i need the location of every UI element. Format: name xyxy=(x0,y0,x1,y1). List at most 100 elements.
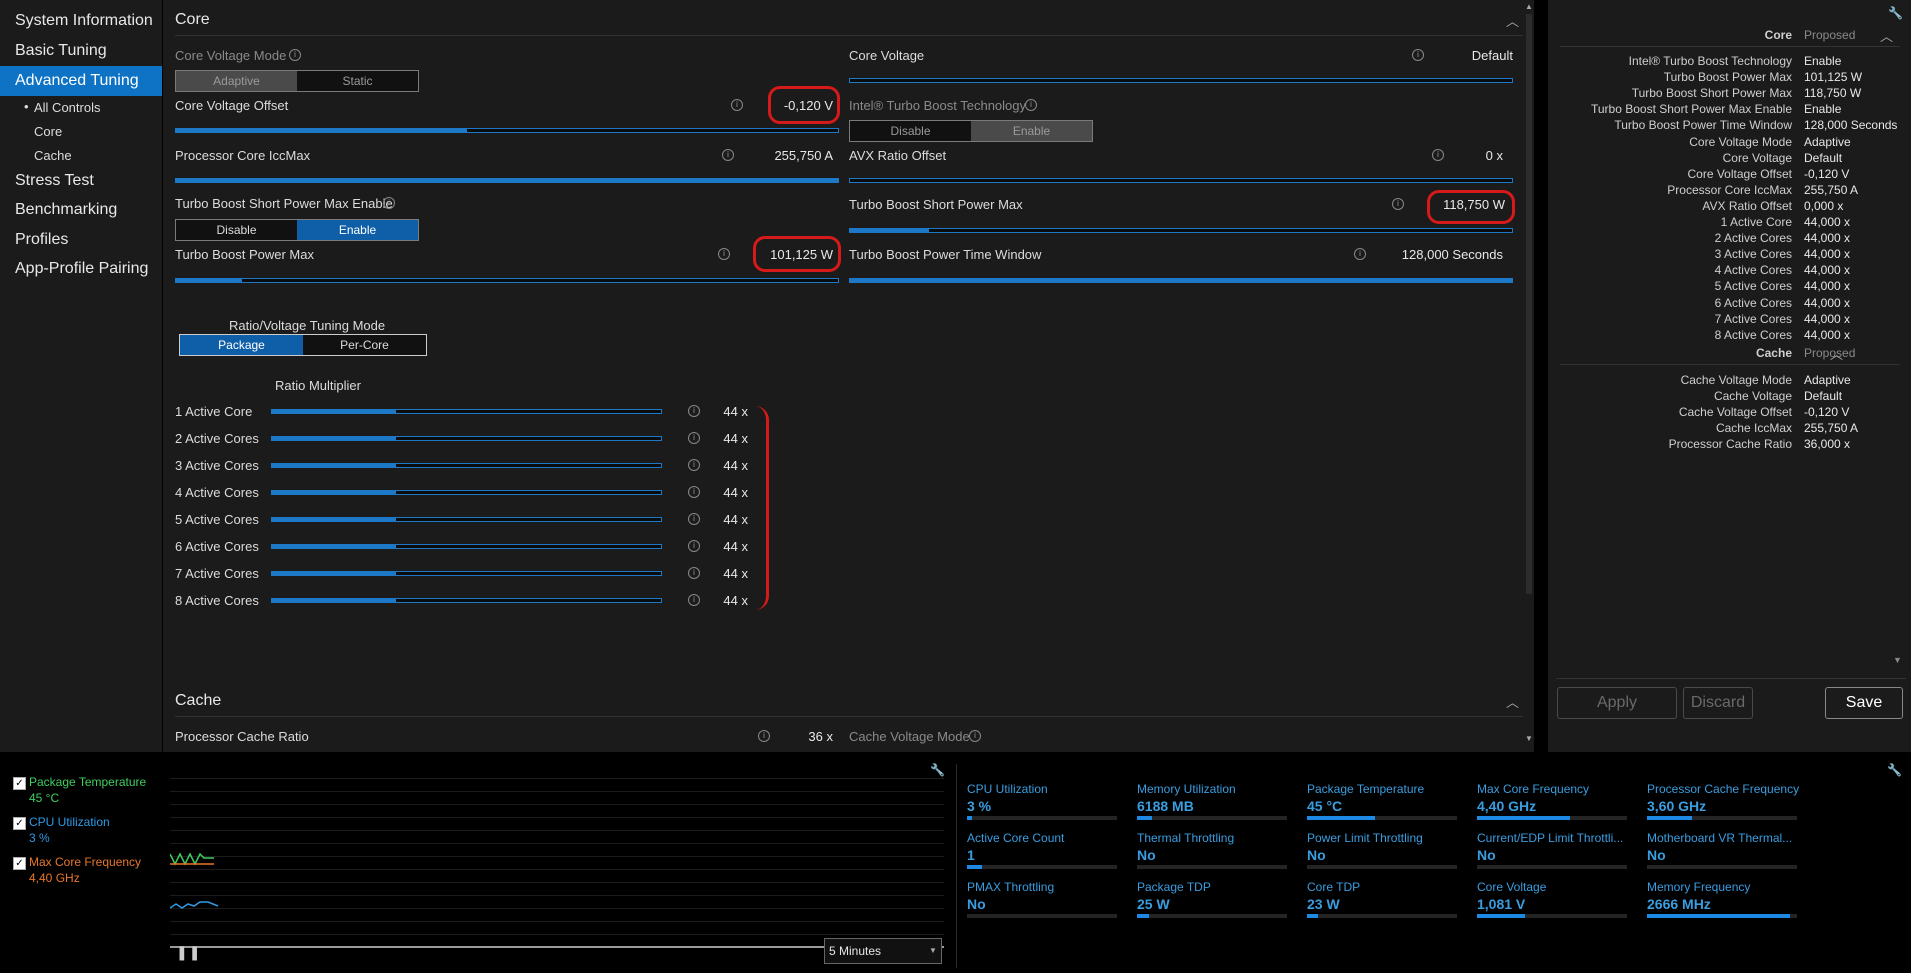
scroll-down-icon[interactable]: ▼ xyxy=(1525,734,1533,743)
ratio-value[interactable]: 44 x xyxy=(703,512,748,527)
sub-cache[interactable]: Cache xyxy=(34,148,72,163)
ratio-slider[interactable] xyxy=(271,598,662,603)
info-icon[interactable]: i xyxy=(1412,49,1424,61)
info-icon[interactable]: i xyxy=(1025,99,1037,111)
ratio-slider[interactable] xyxy=(271,463,662,468)
info-icon[interactable]: i xyxy=(688,513,700,525)
nav-benchmarking[interactable]: Benchmarking xyxy=(0,195,162,225)
wrench-icon[interactable]: 🔧 xyxy=(930,763,945,777)
info-icon[interactable]: i xyxy=(969,730,981,742)
chevron-down-icon[interactable]: ▼ xyxy=(1893,655,1902,665)
core-voltage-offset-slider[interactable] xyxy=(175,128,839,133)
scroll-up-icon[interactable]: ▲ xyxy=(1525,2,1533,11)
metric-label: Current/EDP Limit Throttli... xyxy=(1477,831,1624,845)
ratio-slider[interactable] xyxy=(271,409,662,414)
cache-ratio-value[interactable]: 36 x xyxy=(783,729,833,744)
legend-cpu-utilization-name: CPU Utilization xyxy=(29,815,110,829)
ratio-slider[interactable] xyxy=(271,490,662,495)
nav-profiles[interactable]: Profiles xyxy=(0,225,162,255)
time-window-slider[interactable] xyxy=(849,278,1513,283)
core-iccmax-value[interactable]: 255,750 A xyxy=(733,148,833,163)
sub-all-controls[interactable]: All Controls xyxy=(34,100,100,115)
wrench-icon[interactable]: 🔧 xyxy=(1888,6,1903,20)
cache-voltage-mode-label: Cache Voltage Mode xyxy=(849,729,970,744)
chevron-up-icon[interactable]: ︿ xyxy=(1506,11,1519,30)
power-max-label: Turbo Boost Power Max xyxy=(175,247,314,262)
info-icon[interactable]: i xyxy=(688,540,700,552)
chevron-up-icon[interactable]: ︿ xyxy=(1830,344,1843,363)
ratio-slider[interactable] xyxy=(271,436,662,441)
avx-offset-value[interactable]: 0 x xyxy=(1443,148,1503,163)
metric-bar xyxy=(1137,914,1287,918)
metric-bar-fill xyxy=(1307,914,1318,918)
ratio-value[interactable]: 44 x xyxy=(703,431,748,446)
ratio-value[interactable]: 44 x xyxy=(703,593,748,608)
ratio-value[interactable]: 44 x xyxy=(703,404,748,419)
nav-basic-tuning[interactable]: Basic Tuning xyxy=(0,36,162,66)
nav-system-information[interactable]: System Information xyxy=(0,6,162,36)
core-iccmax-slider[interactable] xyxy=(175,178,839,183)
metric-label: Max Core Frequency xyxy=(1477,782,1590,796)
sub-core[interactable]: Core xyxy=(34,124,62,139)
info-icon[interactable]: i xyxy=(289,49,301,61)
disable-option[interactable]: Disable xyxy=(850,121,971,141)
info-icon[interactable]: i xyxy=(688,405,700,417)
ratio-slider[interactable] xyxy=(271,517,662,522)
core-voltage-slider[interactable] xyxy=(849,78,1513,83)
wrench-icon[interactable]: 🔧 xyxy=(1887,763,1902,777)
info-icon[interactable]: i xyxy=(758,730,770,742)
info-icon[interactable]: i xyxy=(731,99,743,111)
save-button[interactable]: Save xyxy=(1825,687,1903,719)
chevron-up-icon[interactable]: ︿ xyxy=(1506,692,1519,711)
nav-advanced-tuning[interactable]: Advanced Tuning xyxy=(0,66,162,96)
checkbox-icon[interactable]: ✓ xyxy=(13,817,26,830)
avx-offset-slider[interactable] xyxy=(849,178,1513,183)
metric-bar xyxy=(1647,865,1797,869)
ratio-slider[interactable] xyxy=(271,544,662,549)
info-icon[interactable]: i xyxy=(383,197,395,209)
core-voltage-mode-toggle[interactable]: Adaptive Static xyxy=(175,70,419,92)
apply-button[interactable]: Apply xyxy=(1557,687,1677,719)
adaptive-option[interactable]: Adaptive xyxy=(176,71,297,91)
turbo-boost-tech-toggle[interactable]: Disable Enable xyxy=(849,120,1093,142)
info-icon[interactable]: i xyxy=(1392,198,1404,210)
package-option[interactable]: Package xyxy=(180,335,303,355)
nav-app-profile-pairing[interactable]: App-Profile Pairing xyxy=(0,254,162,284)
ratio-value[interactable]: 44 x xyxy=(703,458,748,473)
info-icon[interactable]: i xyxy=(688,567,700,579)
disable-option[interactable]: Disable xyxy=(176,220,297,240)
section-divider xyxy=(175,716,1523,717)
info-icon[interactable]: i xyxy=(718,248,730,260)
ratio-value[interactable]: 44 x xyxy=(703,485,748,500)
time-window-value[interactable]: 128,000 Seconds xyxy=(1363,247,1503,262)
proposed-row-value: -0,120 V xyxy=(1804,166,1850,181)
power-max-slider[interactable] xyxy=(175,278,839,283)
nav-stress-test[interactable]: Stress Test xyxy=(0,166,162,196)
enable-option[interactable]: Enable xyxy=(297,220,418,240)
info-icon[interactable]: i xyxy=(688,594,700,606)
tuning-mode-toggle[interactable]: Package Per-Core xyxy=(179,334,427,356)
ratio-value[interactable]: 44 x xyxy=(703,566,748,581)
short-power-enable-toggle[interactable]: Disable Enable xyxy=(175,219,419,241)
core-iccmax-label: Processor Core IccMax xyxy=(175,148,311,163)
scrollbar[interactable] xyxy=(1526,14,1532,594)
checkbox-icon[interactable]: ✓ xyxy=(13,857,26,870)
info-icon[interactable]: i xyxy=(688,432,700,444)
pause-icon[interactable]: ❚❚ xyxy=(176,944,201,961)
metric-bar xyxy=(1137,816,1287,820)
core-voltage-value[interactable]: Default xyxy=(1433,48,1513,63)
chevron-up-icon[interactable]: ︿ xyxy=(1880,26,1893,45)
proposed-row-label: Cache Voltage Mode xyxy=(1680,373,1792,387)
legend-cpu-utilization-value: 3 % xyxy=(29,831,50,845)
short-power-max-slider[interactable] xyxy=(849,228,1513,233)
ratio-slider[interactable] xyxy=(271,571,662,576)
per-core-option[interactable]: Per-Core xyxy=(303,335,426,355)
enable-option[interactable]: Enable xyxy=(971,121,1092,141)
discard-button[interactable]: Discard xyxy=(1683,687,1753,719)
ratio-value[interactable]: 44 x xyxy=(703,539,748,554)
static-option[interactable]: Static xyxy=(297,71,418,91)
info-icon[interactable]: i xyxy=(688,486,700,498)
duration-select[interactable]: 5 Minutes ▼ xyxy=(824,938,942,964)
checkbox-icon[interactable]: ✓ xyxy=(13,777,26,790)
info-icon[interactable]: i xyxy=(688,459,700,471)
